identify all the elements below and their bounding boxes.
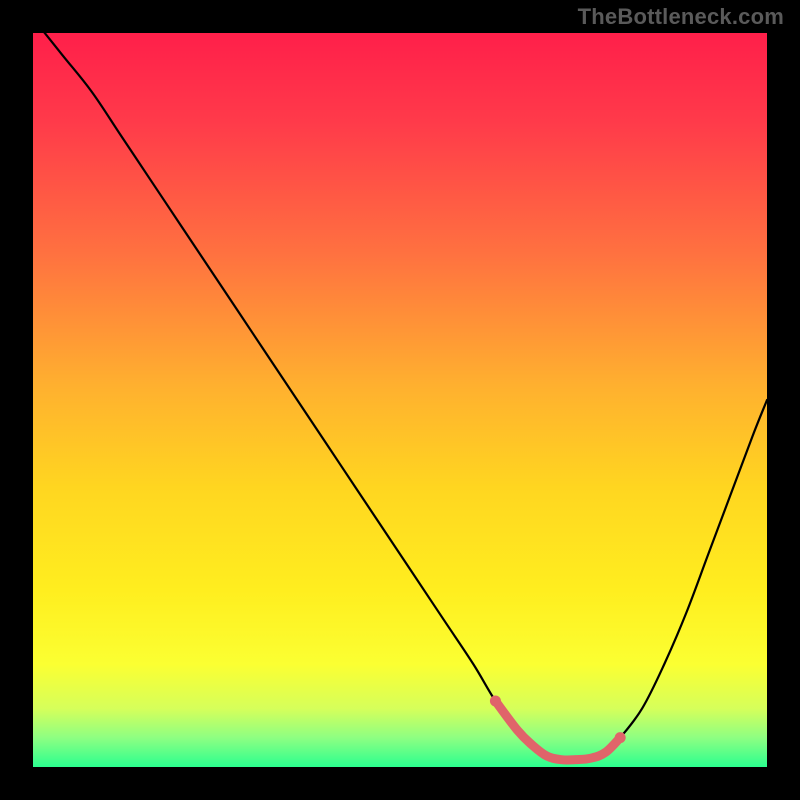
gradient-background bbox=[33, 33, 767, 767]
plot-area bbox=[33, 33, 767, 767]
optimal-start-dot bbox=[490, 695, 501, 706]
chart-svg bbox=[33, 33, 767, 767]
chart-stage: TheBottleneck.com bbox=[0, 0, 800, 800]
watermark-text: TheBottleneck.com bbox=[578, 4, 784, 30]
optimal-end-dot bbox=[615, 732, 626, 743]
